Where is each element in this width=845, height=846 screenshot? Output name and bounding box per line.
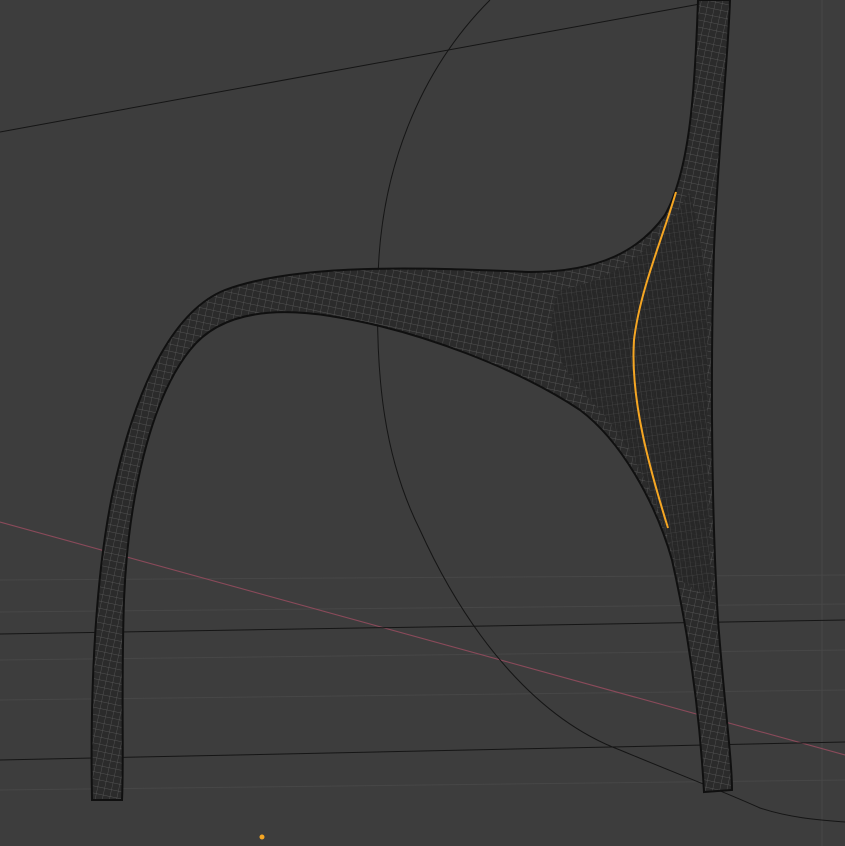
origin-marker[interactable]: [259, 834, 265, 840]
viewport-canvas[interactable]: [0, 0, 845, 846]
3d-viewport[interactable]: [0, 0, 845, 846]
